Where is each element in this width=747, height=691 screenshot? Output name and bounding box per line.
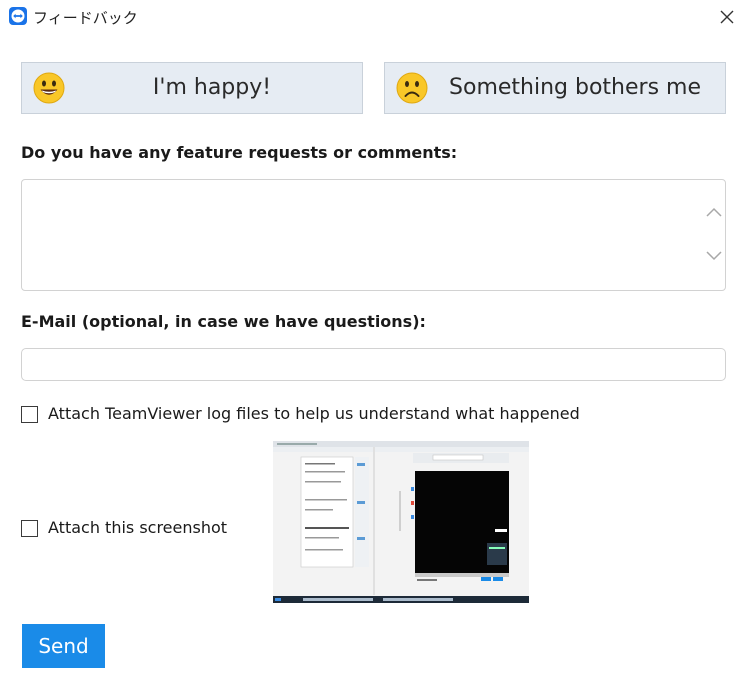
window-title: フィードバック [33, 9, 138, 27]
frowning-face-icon [396, 72, 428, 104]
email-input[interactable] [22, 349, 725, 380]
screenshot-thumbnail [273, 441, 529, 603]
comments-input[interactable] [22, 180, 702, 290]
attach-screenshot-label[interactable]: Attach this screenshot [48, 518, 227, 537]
teamviewer-logo-icon [9, 7, 27, 25]
scroll-down-button[interactable] [704, 246, 724, 266]
happy-button[interactable]: I'm happy! [21, 62, 363, 114]
happy-button-label: I'm happy! [152, 75, 272, 100]
email-field[interactable] [21, 348, 726, 381]
attach-log-label[interactable]: Attach TeamViewer log files to help us u… [48, 404, 580, 423]
attach-screenshot-checkbox[interactable] [21, 520, 38, 537]
comments-textbox[interactable] [21, 179, 726, 291]
something-bothers-me-label: Something bothers me [449, 75, 701, 100]
attach-log-checkbox[interactable] [21, 406, 38, 423]
chevron-up-icon [706, 207, 722, 217]
close-icon [720, 10, 734, 24]
close-button[interactable] [710, 2, 744, 32]
something-bothers-me-button[interactable]: Something bothers me [384, 62, 726, 114]
send-button[interactable]: Send [22, 624, 105, 668]
comments-label: Do you have any feature requests or comm… [21, 143, 458, 162]
email-label: E-Mail (optional, in case we have questi… [21, 312, 426, 331]
scroll-up-button[interactable] [704, 202, 724, 222]
title-bar: フィードバック [0, 0, 747, 34]
smiley-face-icon [33, 72, 65, 104]
chevron-down-icon [706, 251, 722, 261]
